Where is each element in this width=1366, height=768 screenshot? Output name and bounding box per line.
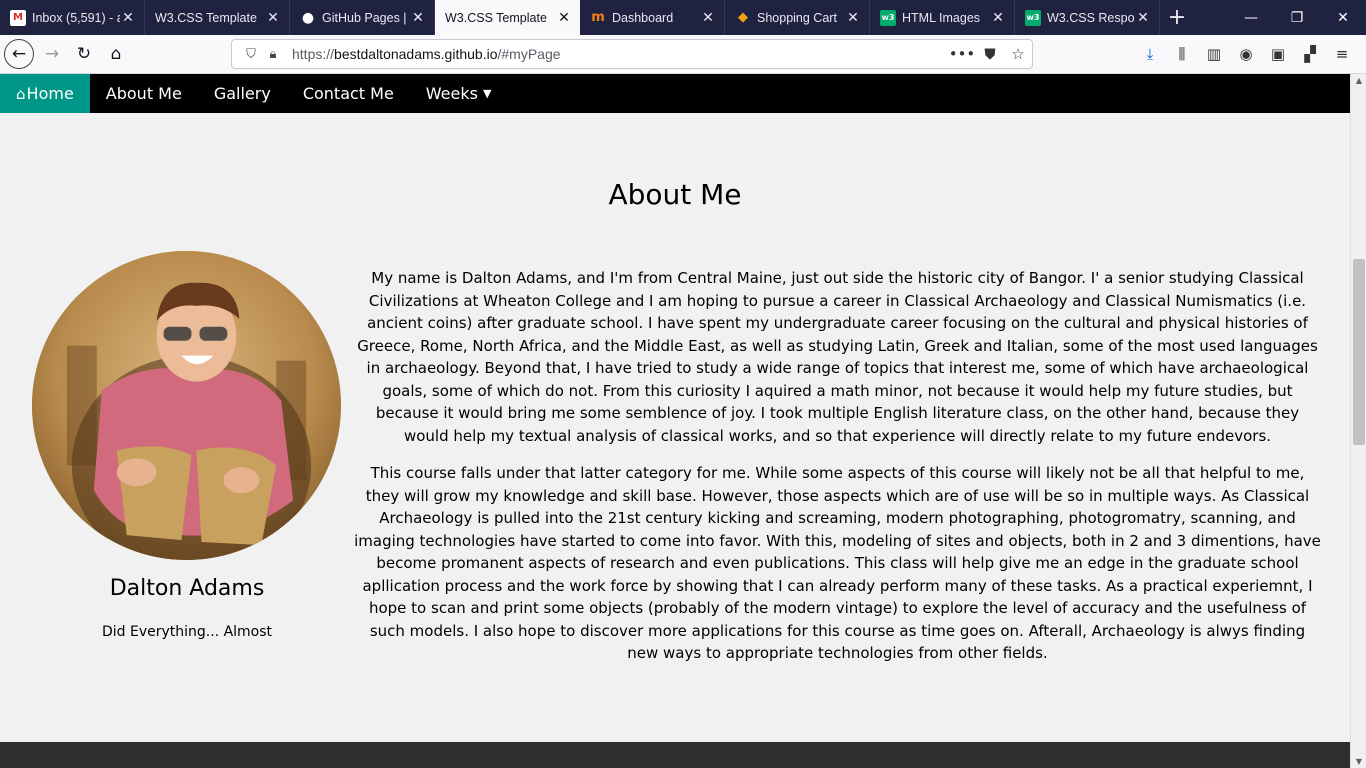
- scroll-up-icon[interactable]: ▲: [1351, 76, 1366, 85]
- new-tab-plus-icon[interactable]: +: [1160, 0, 1194, 35]
- window-controls: — ❐ ✕: [1228, 0, 1366, 35]
- tab-title: Shopping Cart: [757, 10, 837, 25]
- library-icon[interactable]: ⫼: [1166, 39, 1198, 69]
- bio-paragraph: My name is Dalton Adams, and I'm from Ce…: [357, 269, 1318, 445]
- bio-text: My name is Dalton Adams, and I'm from Ce…: [352, 267, 1323, 680]
- close-tab-icon[interactable]: ✕: [845, 10, 861, 26]
- browser-tab-7[interactable]: w3 W3.CSS Respon ✕: [1015, 0, 1160, 35]
- browser-tools: ⤓ ⫼ ▥ ◉ ▣ ▞ ≡: [1134, 39, 1358, 69]
- nav-weeks-dropdown[interactable]: Weeks ▼: [410, 74, 508, 113]
- nav-home[interactable]: ⌂ Home: [0, 74, 90, 113]
- back-arrow-icon[interactable]: ←: [4, 39, 34, 69]
- browser-tab-2[interactable]: ● GitHub Pages | W ✕: [290, 0, 435, 35]
- address-bar[interactable]: ⛉ 🔒︎ https://bestdaltonadams.github.io/#…: [231, 39, 1033, 69]
- reload-icon[interactable]: ↻: [68, 38, 100, 70]
- home-icon: ⌂: [16, 84, 26, 103]
- account-icon[interactable]: ◉: [1230, 39, 1262, 69]
- profile-tagline: Did Everything... Almost: [101, 624, 273, 640]
- close-tab-icon[interactable]: ✕: [556, 10, 572, 26]
- browser-tab-4[interactable]: m Dashboard ✕: [580, 0, 725, 35]
- menu-hamburger-icon[interactable]: ≡: [1326, 39, 1358, 69]
- w3schools-icon: w3: [880, 9, 896, 26]
- browser-toolbar: ← → ↻ ⌂ ⛉ 🔒︎ https://bestdaltonadams.git…: [0, 35, 1366, 74]
- close-tab-icon[interactable]: ✕: [990, 10, 1006, 26]
- tab-title: W3.CSS Respon: [1047, 10, 1135, 25]
- section-heading: About Me: [608, 178, 742, 211]
- moodle-icon: m: [591, 10, 605, 25]
- download-icon[interactable]: ⤓: [1134, 39, 1166, 69]
- browser-tab-5[interactable]: ◆ Shopping Cart ✕: [725, 0, 870, 35]
- tab-title: W3.CSS Template: [445, 10, 547, 25]
- home-icon[interactable]: ⌂: [100, 38, 132, 70]
- browser-tab-strip: M Inbox (5,591) - a ✕ W3.CSS Template ✕ …: [0, 0, 1366, 35]
- scrollbar-thumb[interactable]: [1353, 259, 1365, 445]
- nav-about-me[interactable]: About Me: [90, 74, 198, 113]
- lock-icon[interactable]: 🔒︎: [262, 47, 284, 62]
- gmail-icon: M: [10, 9, 26, 26]
- extension-icon[interactable]: ▣: [1262, 39, 1294, 69]
- tab-title: GitHub Pages | W: [322, 10, 410, 25]
- forward-arrow-icon[interactable]: →: [36, 38, 68, 70]
- browser-tab-1[interactable]: W3.CSS Template ✕: [145, 0, 290, 35]
- bookmark-star-icon[interactable]: ☆: [1004, 45, 1032, 63]
- web-page: ⌂ Home About Me Gallery Contact Me Weeks ▼…: [0, 74, 1350, 768]
- shopping-cart-site-icon: ◆: [738, 10, 748, 25]
- browser-tab-0[interactable]: M Inbox (5,591) - a ✕: [0, 0, 145, 35]
- page-footer: [0, 742, 1350, 768]
- github-icon: ●: [301, 9, 315, 26]
- nav-contact-me[interactable]: Contact Me: [287, 74, 410, 113]
- bio-paragraph: This course falls under that latter cate…: [354, 464, 1321, 662]
- shield-icon[interactable]: ⛉: [240, 47, 262, 62]
- pocket-icon[interactable]: ⛊: [976, 45, 1004, 63]
- extensions-puzzle-icon[interactable]: ▞: [1294, 39, 1326, 69]
- sidebar-icon[interactable]: ▥: [1198, 39, 1230, 69]
- minimize-icon[interactable]: —: [1228, 0, 1274, 35]
- nav-gallery[interactable]: Gallery: [198, 74, 287, 113]
- w3schools-icon: w3: [1025, 9, 1041, 26]
- page-actions-icon[interactable]: •••: [948, 45, 976, 63]
- close-tab-icon[interactable]: ✕: [120, 10, 136, 26]
- url-text[interactable]: https://bestdaltonadams.github.io/#myPag…: [292, 46, 948, 62]
- close-tab-icon[interactable]: ✕: [410, 10, 426, 26]
- vertical-scrollbar[interactable]: ▲ ▼: [1350, 74, 1366, 768]
- scroll-down-icon[interactable]: ▼: [1351, 757, 1366, 766]
- profile-photo: [32, 251, 341, 560]
- browser-tab-3-active[interactable]: W3.CSS Template ✕: [435, 0, 580, 35]
- tab-title: Inbox (5,591) - a: [32, 10, 120, 25]
- tab-title: Dashboard: [612, 10, 674, 25]
- profile-name: Dalton Adams: [109, 576, 265, 601]
- close-tab-icon[interactable]: ✕: [265, 10, 281, 26]
- site-nav-bar: ⌂ Home About Me Gallery Contact Me Weeks ▼: [0, 74, 1350, 113]
- close-tab-icon[interactable]: ✕: [700, 10, 716, 26]
- caret-down-icon: ▼: [482, 87, 492, 100]
- tab-title: W3.CSS Template: [155, 10, 257, 25]
- restore-icon[interactable]: ❐: [1274, 0, 1320, 35]
- browser-tab-6[interactable]: w3 HTML Images ✕: [870, 0, 1015, 35]
- close-window-icon[interactable]: ✕: [1320, 0, 1366, 35]
- tab-title: HTML Images: [902, 10, 981, 25]
- close-tab-icon[interactable]: ✕: [1135, 10, 1151, 26]
